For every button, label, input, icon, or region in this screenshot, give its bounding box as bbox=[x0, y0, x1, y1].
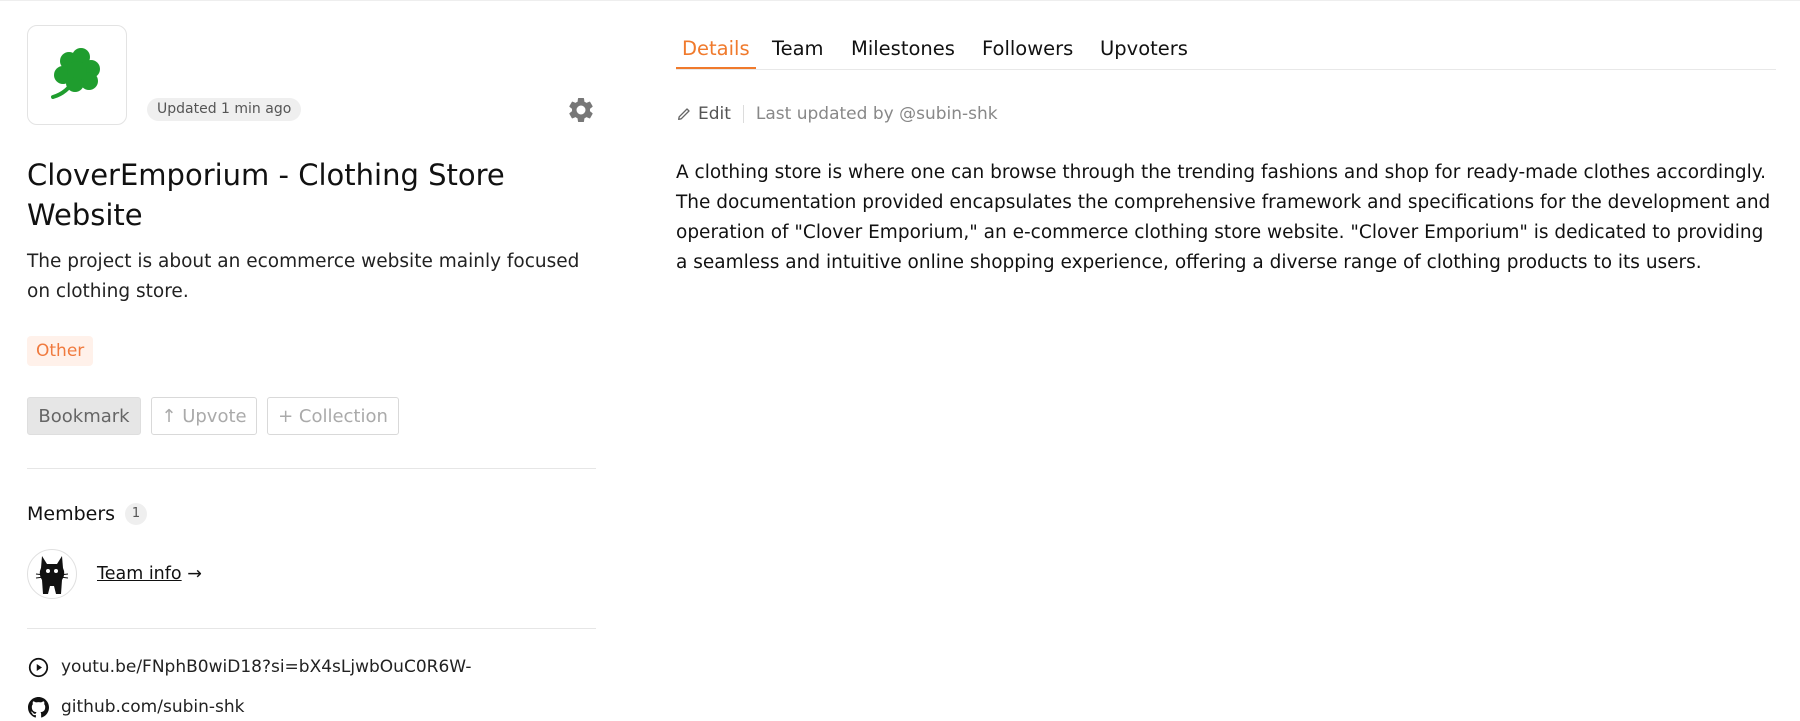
members-count-badge: 1 bbox=[125, 503, 148, 525]
clover-icon bbox=[51, 48, 100, 99]
project-description: The project is about an ecommerce websit… bbox=[27, 251, 580, 302]
black-cat-icon bbox=[35, 556, 69, 594]
project-logo bbox=[27, 25, 127, 125]
tab-milestones[interactable]: Milestones bbox=[851, 35, 955, 69]
github-link-text: github.com/subin-shk bbox=[61, 697, 245, 717]
team-info-link[interactable]: Team info → bbox=[97, 564, 202, 584]
tab-details[interactable]: Details bbox=[676, 35, 756, 69]
members-label: Members bbox=[27, 503, 116, 525]
video-link[interactable]: youtu.be/FNphB0wiD18?si=bX4sLjwbOuC0R6W- bbox=[27, 653, 472, 681]
team-info-label: Team info bbox=[97, 564, 182, 584]
edit-button[interactable]: Edit bbox=[676, 104, 731, 124]
members-heading: Members 1 bbox=[27, 503, 148, 525]
category-tag[interactable]: Other bbox=[27, 336, 94, 366]
project-title: CloverEmporium - Clothing Store Website bbox=[27, 158, 505, 232]
avatar[interactable] bbox=[27, 549, 77, 599]
tab-bar: Details Team Milestones Followers Upvote… bbox=[676, 35, 1776, 70]
divider bbox=[27, 468, 596, 469]
details-meta: Edit Last updated by @subin-shk bbox=[676, 101, 998, 127]
divider bbox=[742, 105, 744, 123]
tab-upvoters[interactable]: Upvoters bbox=[1100, 35, 1188, 69]
arrow-right-icon: → bbox=[187, 564, 202, 584]
video-link-text: youtu.be/FNphB0wiD18?si=bX4sLjwbOuC0R6W- bbox=[61, 657, 472, 677]
github-icon bbox=[27, 696, 49, 718]
divider bbox=[27, 628, 596, 629]
details-panel: Details Team Milestones Followers Upvote… bbox=[676, 1, 1776, 721]
pencil-icon bbox=[678, 108, 690, 120]
tab-followers[interactable]: Followers bbox=[982, 35, 1073, 69]
project-page: Updated 1 min ago CloverEmporium - Cloth… bbox=[0, 0, 1800, 720]
tab-team[interactable]: Team bbox=[772, 35, 824, 69]
github-link[interactable]: github.com/subin-shk bbox=[27, 693, 245, 721]
bookmark-button[interactable]: Bookmark bbox=[27, 397, 141, 435]
play-circle-icon bbox=[27, 656, 49, 678]
add-collection-button[interactable]: + Collection bbox=[267, 397, 399, 435]
settings-gear-icon[interactable] bbox=[566, 95, 596, 125]
last-updated-text: Last updated by @subin-shk bbox=[755, 104, 998, 124]
member-row: Team info → bbox=[27, 548, 202, 600]
edit-label: Edit bbox=[698, 104, 731, 124]
upvote-button[interactable]: ↑ Upvote bbox=[151, 397, 257, 435]
project-details-text: A clothing store is where one can browse… bbox=[676, 162, 1771, 273]
updated-badge: Updated 1 min ago bbox=[147, 98, 302, 121]
